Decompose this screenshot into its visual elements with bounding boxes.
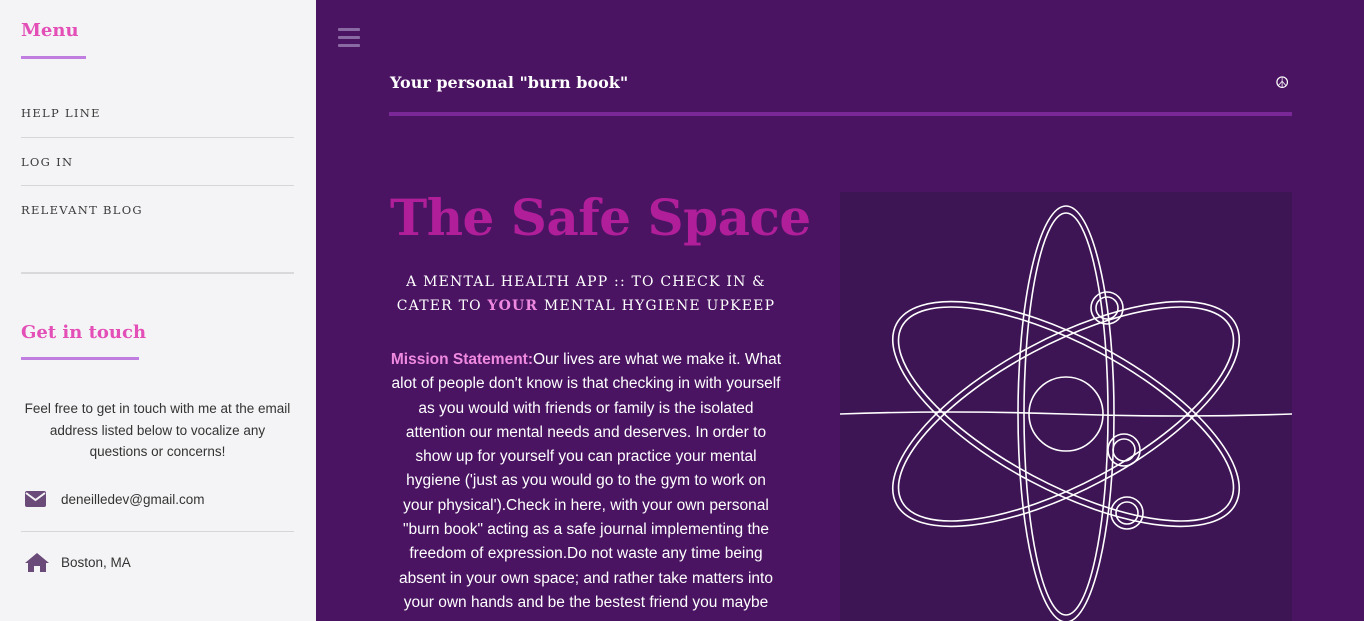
sidebar-divider [21,272,294,274]
hero-subtitle-accent: YOUR [487,298,539,314]
contact-email-row: deneilledev@gmail.com [21,487,294,511]
nav-item-help-line[interactable]: HELP LINE [21,89,294,138]
contact-divider [21,531,294,532]
peace-icon: ☮ [1275,73,1290,92]
hamburger-menu-icon[interactable] [338,28,360,48]
hero-subtitle: A MENTAL HEALTH APP :: TO CHECK IN & CAT… [390,270,782,318]
home-icon [21,552,61,572]
hero-title: The Safe Space [390,188,811,247]
mission-label: Mission Statement: [390,351,533,368]
get-in-touch-text: Feel free to get in touch with me at the… [24,401,291,459]
atom-icon [840,205,1292,621]
envelope-icon [21,491,61,507]
get-in-touch-underline [21,357,139,360]
mission-text: Our lives are what we make it. What alot… [391,351,782,611]
atom-illustration [840,192,1292,621]
contact-location-row: Boston, MA [21,550,294,574]
mission-statement: Mission Statement:Our lives are what we … [390,348,782,615]
header-title: Your personal "burn book" [390,73,629,92]
menu-title-underline [21,56,86,59]
nav-item-log-in[interactable]: LOG IN [21,138,294,186]
get-in-touch-title: Get in touch [21,322,147,343]
header-divider [389,112,1292,116]
nav-item-relevant-blog[interactable]: RELEVANT BLOG [21,186,294,235]
hero-subtitle-part2: MENTAL HYGIENE UPKEEP [538,298,776,314]
sidebar: Menu HELP LINE LOG IN RELEVANT BLOG Get … [0,0,316,621]
menu-title: Menu [21,20,79,41]
contact-location: Boston, MA [61,554,131,570]
contact-email[interactable]: deneilledev@gmail.com [61,492,205,507]
sidebar-nav: HELP LINE LOG IN RELEVANT BLOG [21,89,294,235]
